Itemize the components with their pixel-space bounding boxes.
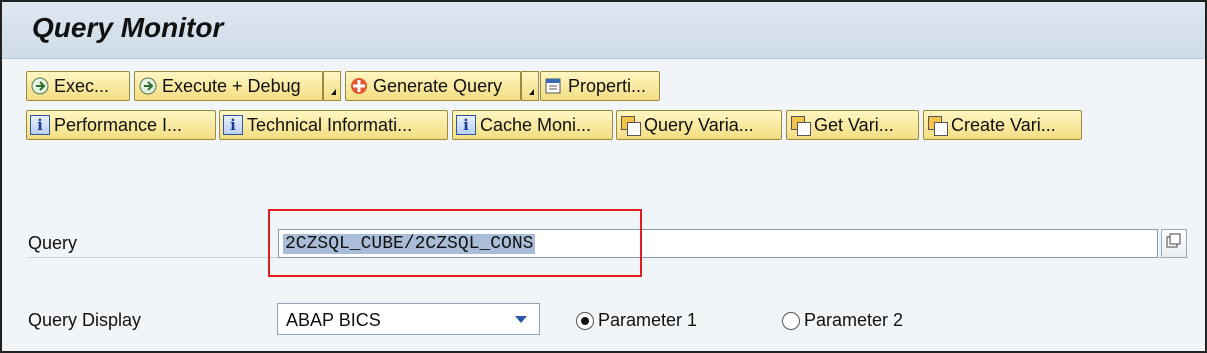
query-display-value: ABAP BICS (286, 310, 381, 330)
copy-icon (926, 114, 948, 136)
execute-debug-button[interactable]: Execute + Debug (134, 71, 323, 101)
query-variables-button[interactable]: Query Varia... (616, 110, 782, 140)
properties-icon (543, 75, 565, 97)
properties-label: Properti... (568, 75, 647, 96)
execute-icon (29, 75, 51, 97)
performance-info-label: Performance I... (54, 114, 183, 135)
copy-icon (1166, 233, 1182, 254)
info-icon: i (29, 114, 51, 136)
chevron-down-icon (515, 316, 527, 323)
properties-button[interactable]: Properti... (540, 71, 660, 101)
cache-monitor-label: Cache Moni... (480, 114, 592, 135)
query-label: Query (28, 233, 78, 253)
value-help-button[interactable] (1161, 229, 1187, 258)
generate-query-label: Generate Query (373, 75, 503, 96)
parameter-1-label: Parameter 1 (598, 310, 698, 330)
copy-icon (619, 114, 641, 136)
copy-icon (789, 114, 811, 136)
parameter-2-radio[interactable]: Parameter 2 (782, 310, 903, 331)
generate-query-button[interactable]: Generate Query (345, 71, 521, 101)
radio-selected-icon (576, 311, 594, 330)
execute-debug-dropdown[interactable] (323, 71, 341, 101)
create-variant-label: Create Vari... (951, 114, 1056, 135)
technical-information-label: Technical Informati... (247, 114, 413, 135)
radio-unselected-icon (782, 311, 800, 330)
execute-debug-label: Execute + Debug (162, 75, 301, 96)
cache-monitor-button[interactable]: i Cache Moni... (452, 110, 613, 140)
execute-button-label: Exec... (54, 75, 110, 96)
generate-query-icon (348, 75, 370, 97)
query-display-label: Query Display (28, 310, 142, 330)
query-monitor-window: Query Monitor Exec... Execute + Debug Ge… (0, 0, 1207, 353)
execute-debug-icon (137, 75, 159, 97)
create-variant-button[interactable]: Create Vari... (923, 110, 1082, 140)
parameter-2-label: Parameter 2 (804, 310, 904, 330)
generate-query-dropdown[interactable] (521, 71, 539, 101)
get-variants-label: Get Vari... (814, 114, 894, 135)
query-variables-label: Query Varia... (644, 114, 754, 135)
info-icon: i (455, 114, 477, 136)
performance-info-button[interactable]: i Performance I... (26, 110, 216, 140)
highlight-box (268, 209, 642, 277)
query-display-select[interactable]: ABAP BICS (277, 303, 540, 335)
title-bar: Query Monitor (2, 2, 1205, 59)
page-title: Query Monitor (32, 12, 224, 43)
info-icon: i (222, 114, 244, 136)
parameter-1-radio[interactable]: Parameter 1 (576, 310, 697, 331)
technical-information-button[interactable]: i Technical Informati... (219, 110, 448, 140)
get-variants-button[interactable]: Get Vari... (786, 110, 919, 140)
execute-button[interactable]: Exec... (26, 71, 130, 101)
